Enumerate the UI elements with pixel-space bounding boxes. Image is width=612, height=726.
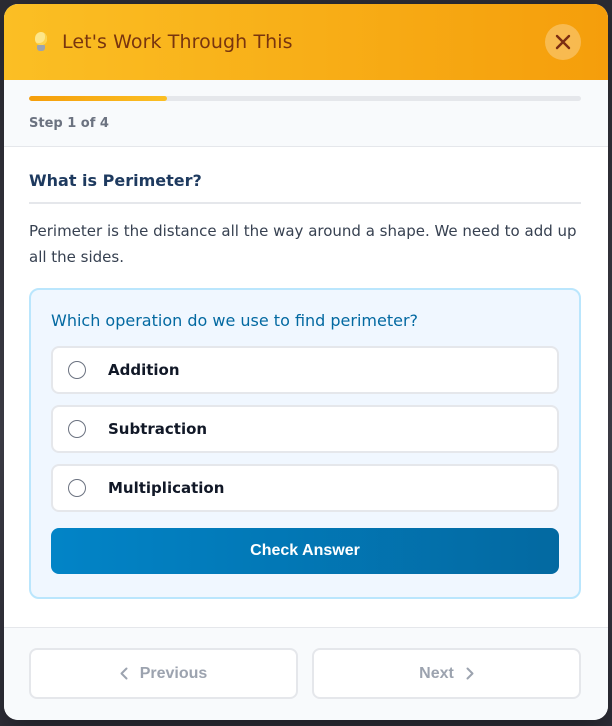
question-prompt: Which operation do we use to find perime… [51,311,419,330]
option-label: Addition [108,361,180,379]
progress-bar [29,96,581,101]
modal-footer: Previous Next [4,627,608,720]
check-answer-button[interactable]: Check Answer [51,528,559,574]
next-button[interactable]: Next [312,648,581,699]
chevron-left-icon [120,667,128,680]
option-label: Subtraction [108,420,208,438]
answer-options: Addition Subtraction Multiplication [51,346,559,512]
previous-label: Previous [139,664,208,682]
question-box: Which operation do we use to find perime… [29,288,581,599]
next-label: Next [419,664,454,682]
step-content: What is Perimeter? Perimeter is the dist… [4,147,608,599]
radio-button[interactable] [68,361,86,379]
step-title: What is Perimeter? [29,171,581,204]
lightbulb-icon [32,31,50,53]
progress-section: Step 1 of 4 [4,80,608,147]
modal-title: Let's Work Through This [62,31,293,53]
progress-fill [29,96,167,101]
option-subtraction[interactable]: Subtraction [51,405,559,453]
step-indicator: Step 1 of 4 [29,116,109,131]
option-multiplication[interactable]: Multiplication [51,464,559,512]
option-label: Multiplication [108,479,225,497]
close-icon [555,34,571,50]
radio-button[interactable] [68,420,86,438]
previous-button[interactable]: Previous [29,648,298,699]
radio-button[interactable] [68,479,86,497]
chevron-right-icon [466,667,474,680]
step-explanation: Perimeter is the distance all the way ar… [29,222,577,266]
modal-header: Let's Work Through This [4,4,608,80]
option-addition[interactable]: Addition [51,346,559,394]
hint-modal: Let's Work Through This Step 1 of 4 What… [4,4,608,720]
close-button[interactable] [545,24,581,60]
